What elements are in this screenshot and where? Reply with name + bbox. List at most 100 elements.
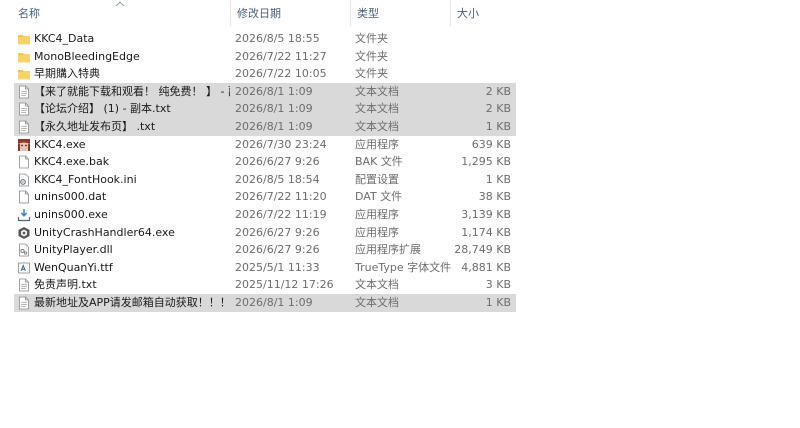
file-row[interactable]: KKC4_Data 2026/8/5 18:55 文件夹 [0,30,516,48]
file-row[interactable]: KKC4_FontHook.ini 2026/8/5 18:54 配置设置 1 KB [0,171,516,189]
file-row[interactable]: WenQuanYi.ttf 2025/5/1 11:33 TrueType 字体文件… [0,259,516,277]
text-file-icon [17,102,31,116]
file-name: UnityCrashHandler64.exe [34,225,175,239]
file-modified-date: 2026/6/27 9:26 [235,243,320,257]
file-type: 文本文档 [355,84,399,98]
text-file-icon [17,120,31,134]
file-row[interactable]: 免责声明.txt 2025/11/12 17:26 文本文档 3 KB [0,276,516,294]
column-header: 名称 修改日期 类型 大小 [0,0,516,26]
file-size: 639 KB [471,137,511,151]
file-size: 1,174 KB [461,225,511,239]
file-name: KKC4.exe [34,137,86,151]
file-modified-date: 2026/8/1 1:09 [235,295,313,309]
file-row[interactable]: KKC4.exe 2026/7/30 23:24 应用程序 639 KB [0,136,516,154]
file-type: 应用程序 [355,207,399,221]
file-modified-date: 2026/8/1 1:09 [235,102,313,116]
file-size: 4,881 KB [461,260,511,274]
file-modified-date: 2026/7/22 11:27 [235,49,327,63]
file-type: 文本文档 [355,102,399,116]
file-row[interactable]: 【来了就能下载和观看！ 纯免费！ 】 - 副... 2026/8/1 1:09 文本… [0,82,516,101]
file-modified-date: 2026/8/5 18:55 [235,32,320,45]
column-type-header[interactable]: 类型 [350,0,450,26]
file-type: 文本文档 [355,295,399,309]
file-name: unins000.exe [34,207,108,221]
column-date-label: 修改日期 [237,7,281,20]
unity-icon [17,226,31,240]
file-row[interactable]: MonoBleedingEdge 2026/7/22 11:27 文件夹 [0,48,516,66]
file-name: 【论坛介绍】 (1) - 副本.txt [34,102,171,116]
file-row[interactable]: 最新地址及APP请发邮箱自动获取！！！... 2026/8/1 1:09 文本文档 1… [0,293,516,312]
file-name: MonoBleedingEdge [34,49,140,63]
file-type: 文件夹 [355,49,388,63]
file-row[interactable]: unins000.exe 2026/7/22 11:19 应用程序 3,139 KB [0,206,516,224]
file-size: 2 KB [485,102,511,116]
file-row[interactable]: 【永久地址发布页】 .txt 2026/8/1 1:09 文本文档 1 KB [0,117,516,136]
file-name: KKC4_FontHook.ini [34,172,137,186]
file-type: 文本文档 [355,278,399,292]
file-modified-date: 2026/7/22 10:05 [235,67,327,81]
file-modified-date: 2026/8/1 1:09 [235,84,313,98]
file-modified-date: 2026/7/30 23:24 [235,137,327,151]
text-file-icon [17,278,31,292]
file-name: KKC4.exe.bak [34,155,110,169]
file-list: KKC4_Data 2026/8/5 18:55 文件夹 MonoBleedingEd… [0,30,516,312]
file-modified-date: 2026/8/5 18:54 [235,172,320,186]
file-modified-date: 2026/6/27 9:26 [235,225,320,239]
file-size: 2 KB [485,84,511,98]
file-name: 最新地址及APP请发邮箱自动获取！！！... [34,295,230,309]
file-name: 【来了就能下载和观看！ 纯免费！ 】 - 副... [34,84,230,98]
file-explorer: 名称 修改日期 类型 大小 KKC4_Data 2026/8/5 18:55 文件夹… [0,0,800,428]
file-size [450,30,511,48]
file-type: BAK 文件 [355,155,403,169]
sort-ascending-icon [115,1,125,7]
installer-icon [17,208,31,222]
file-size: 28,749 KB [454,243,511,257]
blank-file-icon [17,190,31,204]
file-size: 3,139 KB [461,207,511,221]
file-row[interactable]: unins000.dat 2026/7/22 11:20 DAT 文件 38 KB [0,188,516,206]
file-size: 3 KB [485,278,511,292]
file-modified-date: 2025/5/1 11:33 [235,260,320,274]
file-modified-date: 2026/6/27 9:26 [235,155,320,169]
file-type: TrueType 字体文件 [355,260,452,274]
config-file-icon [17,173,31,187]
file-name: 【永久地址发布页】 .txt [34,119,156,133]
font-file-icon [17,261,31,275]
file-type: 文件夹 [355,32,388,45]
file-type: 配置设置 [355,172,399,186]
file-type: 应用程序 [355,225,399,239]
folder-icon [17,32,31,46]
blank-file-icon [17,155,31,169]
file-modified-date: 2026/7/22 11:19 [235,207,327,221]
app-avatar-icon [17,138,31,152]
file-row[interactable]: UnityPlayer.dll 2026/6/27 9:26 应用程序扩展 28,74… [0,241,516,259]
file-name: KKC4_Data [34,32,95,45]
file-name: unins000.dat [34,190,107,204]
file-size: 38 KB [478,190,511,204]
file-row[interactable]: 【论坛介绍】 (1) - 副本.txt 2026/8/1 1:09 文本文档 2 KB [0,100,516,118]
column-type-label: 类型 [357,7,379,20]
file-name: 早期購入特典 [34,67,100,81]
file-modified-date: 2026/8/1 1:09 [235,119,313,133]
dll-file-icon [17,243,31,257]
file-modified-date: 2026/7/22 11:20 [235,190,327,204]
folder-icon [17,50,31,64]
column-size-header[interactable]: 大小 [450,0,516,26]
file-size [450,65,511,83]
folder-icon [17,67,31,81]
file-name: 免责声明.txt [34,278,97,292]
file-size: 1 KB [485,172,511,186]
file-row[interactable]: UnityCrashHandler64.exe 2026/6/27 9:26 应用程… [0,224,516,242]
text-file-icon [17,85,31,99]
file-type: 文本文档 [355,119,399,133]
file-size [450,48,511,66]
file-name: UnityPlayer.dll [34,243,113,257]
file-size: 1 KB [485,295,511,309]
file-size: 1 KB [485,119,511,133]
file-row[interactable]: KKC4.exe.bak 2026/6/27 9:26 BAK 文件 1,295 KB [0,153,516,171]
file-name: WenQuanYi.ttf [34,260,113,274]
file-type: 应用程序 [355,137,399,151]
file-row[interactable]: 早期購入特典 2026/7/22 10:05 文件夹 [0,65,516,83]
file-type: 应用程序扩展 [355,243,421,257]
column-date-header[interactable]: 修改日期 [230,0,350,26]
